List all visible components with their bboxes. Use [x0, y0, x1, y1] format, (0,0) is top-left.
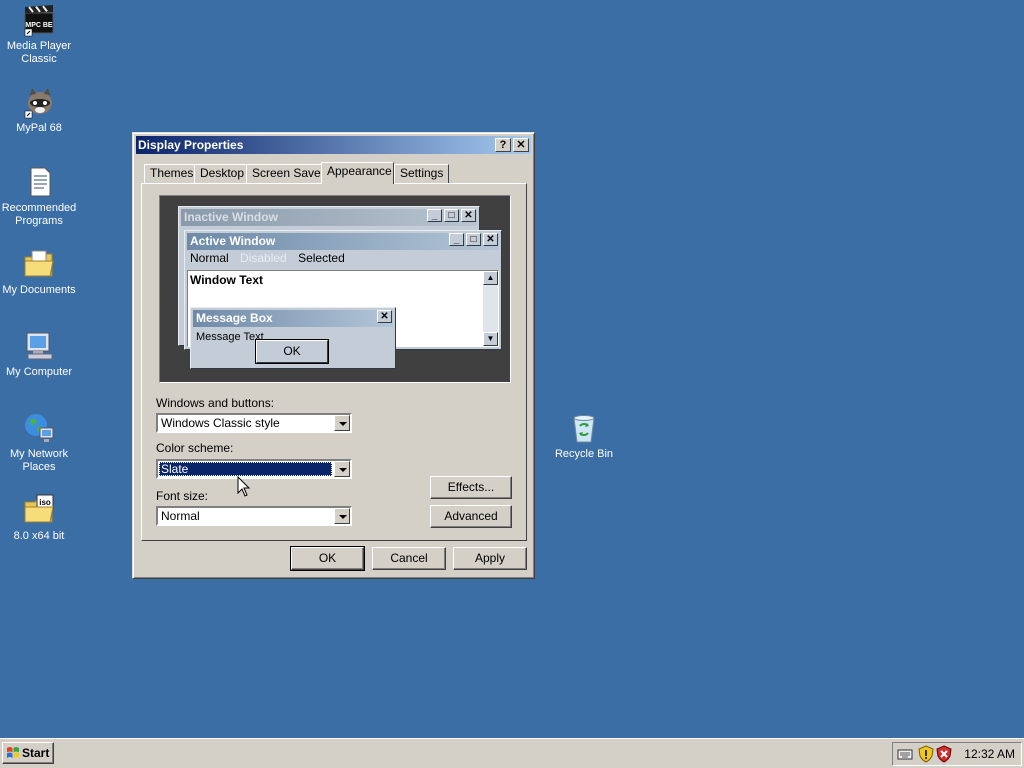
antivirus-shield-icon[interactable] [936, 745, 952, 763]
network-globe-icon [22, 411, 56, 445]
windows-buttons-label: Windows and buttons: [156, 396, 275, 410]
svg-text:iso: iso [39, 498, 51, 507]
display-properties-dialog: Display Properties ? ✕ Themes Desktop Sc… [132, 132, 535, 579]
ok-button[interactable]: OK [290, 546, 365, 571]
menu-selected: Selected [298, 251, 345, 265]
desktop-icon-label: My Network Places [9, 448, 69, 473]
effects-button[interactable]: Effects... [430, 476, 512, 499]
desktop-icon-label: Recommended Programs [1, 202, 77, 227]
maximize-icon: □ [466, 233, 481, 246]
windows-logo-icon [7, 747, 19, 758]
start-button[interactable]: Start [2, 742, 54, 764]
color-scheme-select[interactable]: Slate [156, 459, 352, 479]
desktop-icon-my-documents[interactable]: My Documents [0, 247, 79, 297]
document-icon [22, 165, 56, 199]
windows-buttons-select[interactable]: Windows Classic style [156, 413, 352, 433]
close-icon: ✕ [516, 139, 526, 151]
preview-scrollbar: ▲ ▼ [483, 271, 498, 346]
svg-text:MPC BE: MPC BE [25, 22, 53, 29]
preview-msgbox-text: Message Text [196, 331, 264, 343]
preview-ok-button: OK [255, 339, 329, 364]
computer-icon [22, 329, 56, 363]
desktop-icon-label: Media Player Classic [6, 40, 72, 65]
folder-document-icon [22, 247, 56, 281]
system-tray: 12:32 AM [892, 742, 1022, 766]
close-icon: ✕ [461, 209, 476, 222]
desktop-icon-my-computer[interactable]: My Computer [0, 329, 79, 379]
security-shield-icon[interactable] [918, 745, 934, 763]
menu-disabled: Disabled [240, 251, 287, 265]
close-button[interactable]: ✕ [513, 138, 529, 152]
close-icon: ✕ [377, 310, 392, 323]
dialog-title: Display Properties [138, 138, 244, 152]
iso-folder-icon: iso [22, 493, 56, 527]
help-button[interactable]: ? [495, 138, 511, 152]
media-player-icon: MPC BE [22, 3, 56, 37]
tab-desktop[interactable]: Desktop [194, 164, 251, 183]
preview-window-text: Window Text [190, 273, 263, 287]
color-scheme-label: Color scheme: [156, 441, 234, 455]
tab-appearance[interactable]: Appearance [321, 162, 394, 184]
clock[interactable]: 12:32 AM [964, 747, 1015, 761]
apply-button[interactable]: Apply [453, 547, 527, 570]
color-scheme-value: Slate [159, 462, 332, 476]
desktop-icon-mypal[interactable]: MyPal 68 [0, 85, 79, 135]
desktop-icon-label: My Documents [2, 284, 76, 296]
desktop-icon-label: 8.0 x64 bit [13, 530, 65, 542]
desktop-icon-my-network-places[interactable]: My Network Places [0, 411, 79, 474]
advanced-button[interactable]: Advanced [430, 505, 512, 528]
chevron-down-icon[interactable] [334, 461, 350, 477]
minimize-icon: _ [449, 233, 464, 246]
font-size-select[interactable]: Normal [156, 506, 352, 526]
maximize-icon: □ [444, 209, 459, 222]
mouse-cursor-icon [237, 476, 251, 497]
desktop-icon-label: Recycle Bin [554, 448, 614, 460]
taskbar: Start 12:32 AM [0, 738, 1024, 768]
desktop-icon-label: My Computer [5, 366, 73, 378]
chevron-down-icon[interactable] [334, 508, 350, 524]
desktop-icon-label: MyPal 68 [16, 122, 62, 134]
raccoon-browser-icon [22, 85, 56, 119]
windows-buttons-value: Windows Classic style [161, 416, 280, 430]
tab-screen-saver[interactable]: Screen Saver [246, 164, 331, 183]
dialog-titlebar[interactable]: Display Properties ? ✕ [136, 136, 531, 154]
recycle-bin-icon [567, 411, 601, 445]
cancel-button[interactable]: Cancel [372, 547, 446, 570]
tab-settings[interactable]: Settings [394, 164, 450, 183]
preview-menu-bar: Normal Disabled Selected [190, 251, 345, 265]
desktop-icon-recycle-bin[interactable]: Recycle Bin [544, 411, 624, 461]
scroll-down-icon: ▼ [483, 332, 498, 346]
close-icon: ✕ [483, 233, 498, 246]
menu-normal: Normal [190, 251, 229, 265]
preview-message-box: Message Box ✕ Message Text OK [190, 307, 396, 369]
tab-themes[interactable]: Themes [144, 164, 200, 183]
scroll-up-icon: ▲ [483, 271, 498, 285]
minimize-icon: _ [427, 209, 442, 222]
start-label: Start [22, 746, 50, 760]
chevron-down-icon[interactable] [334, 415, 350, 431]
desktop-icon-iso-folder[interactable]: iso 8.0 x64 bit [0, 493, 79, 543]
font-size-value: Normal [161, 509, 200, 523]
keyboard-icon[interactable] [897, 747, 913, 761]
font-size-label: Font size: [156, 489, 209, 503]
preview-msgbox-caption: Message Box [193, 310, 393, 327]
appearance-preview: Inactive Window _ □ ✕ Active Window _ □ … [159, 195, 511, 383]
desktop-icon-media-player-classic[interactable]: MPC BE Media Player Classic [0, 3, 79, 66]
desktop-icon-recommended-programs[interactable]: Recommended Programs [0, 165, 79, 228]
